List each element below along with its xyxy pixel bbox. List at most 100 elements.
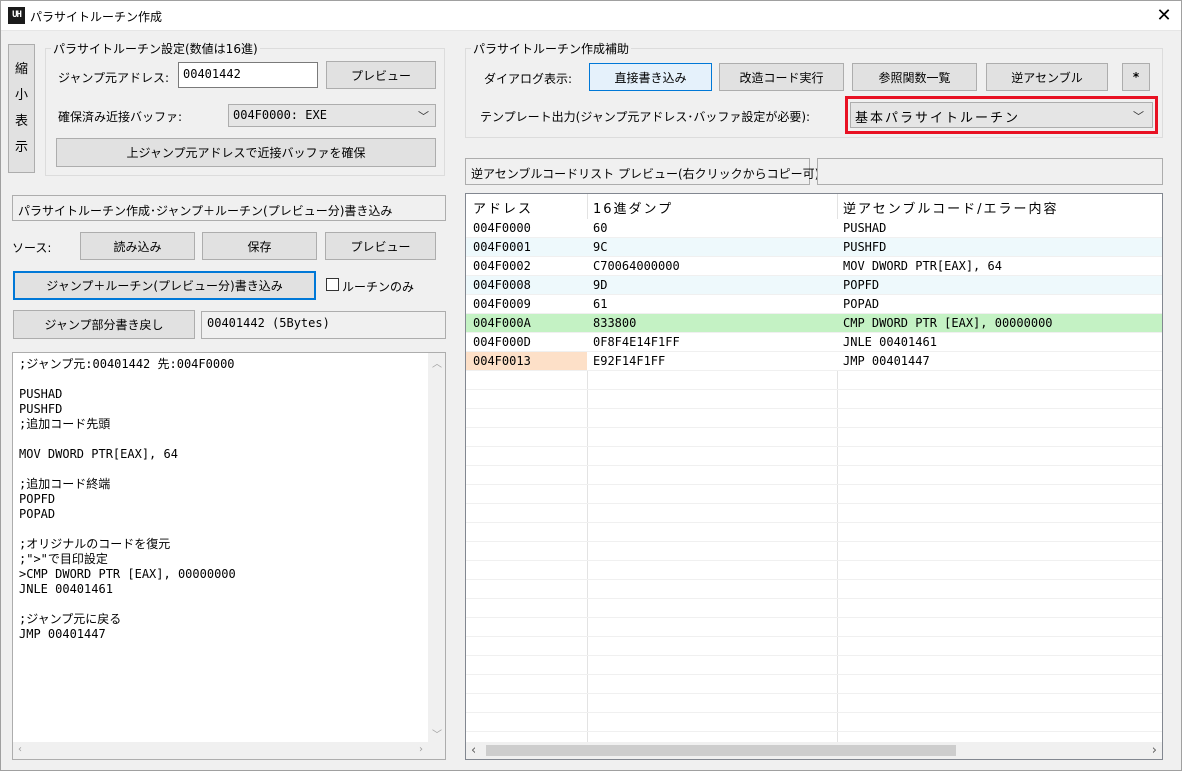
close-icon[interactable]: ✕: [1146, 0, 1182, 31]
jump-address-label: ジャンプ元アドレス:: [58, 71, 170, 85]
run-cheat-code-button[interactable]: 改造コード実行: [719, 63, 844, 91]
restore-jump-button[interactable]: ジャンプ部分書き戻し: [13, 310, 195, 339]
write-header: パラサイトルーチン作成･ジャンプ＋ルーチン(プレビュー分)書き込み: [12, 195, 446, 221]
address-cell: 004F0001: [473, 240, 531, 254]
save-button[interactable]: 保存: [202, 232, 317, 260]
hexdump-cell: 61: [593, 297, 608, 311]
row-divider: [466, 484, 1162, 485]
shrink-display-button[interactable]: 縮 小 表 示: [8, 44, 35, 173]
row-divider: [466, 541, 1162, 542]
disasm-status-box: [817, 158, 1163, 185]
direct-write-button[interactable]: 直接書き込み: [589, 63, 712, 91]
column-header-address[interactable]: アドレス: [473, 198, 533, 217]
row-divider: [466, 693, 1162, 694]
row-divider: [466, 446, 1162, 447]
column-header-hexdump[interactable]: 16進ダンプ: [593, 198, 673, 217]
address-cell: 004F0008: [473, 278, 531, 292]
disassemble-button[interactable]: 逆アセンブル: [986, 63, 1108, 91]
scroll-right-icon[interactable]: ›: [1152, 743, 1157, 758]
allocate-buffer-button[interactable]: 上ジャンプ元アドレスで近接バッファを確保: [56, 138, 436, 167]
hexdump-cell: 833800: [593, 316, 637, 330]
row-divider: [466, 674, 1162, 675]
source-preview-button[interactable]: プレビュー: [325, 232, 436, 260]
buffer-select-value: 004F0000: EXE: [233, 108, 327, 122]
address-cell: 004F000D: [473, 335, 531, 349]
code-text[interactable]: ;ジャンプ元:00401442 先:004F0000 PUSHAD PUSHFD…: [19, 357, 236, 642]
chevron-down-icon: ﹀: [418, 110, 429, 123]
row-divider: [466, 636, 1162, 637]
address-cell: 004F0002: [473, 259, 531, 273]
table-row[interactable]: 004F0008 9D POPFD: [466, 276, 1162, 295]
buffer-select[interactable]: 004F0000: EXE ﹀: [228, 104, 436, 127]
row-divider: [466, 503, 1162, 504]
row-divider: [466, 522, 1162, 523]
row-divider: [466, 731, 1162, 732]
column-header-disasm[interactable]: 逆アセンブルコード/エラー内容: [843, 198, 1058, 217]
disasm-cell: PUSHAD: [843, 221, 887, 235]
scrollbar-thumb[interactable]: [486, 745, 956, 756]
code-vertical-scrollbar[interactable]: ︿ ﹀: [428, 353, 445, 743]
disasm-cell: JNLE 00401461: [843, 335, 937, 349]
table-horizontal-scrollbar[interactable]: ‹ ›: [466, 742, 1162, 759]
jump-address-input[interactable]: 00401442: [178, 62, 318, 88]
routine-only-checkbox[interactable]: [326, 278, 339, 291]
address-cell: 004F000A: [473, 316, 531, 330]
table-row[interactable]: 004F000A 833800 CMP DWORD PTR [EAX], 00000…: [466, 314, 1162, 333]
disasm-cell: POPFD: [843, 278, 880, 292]
shrink-char-2: 小: [14, 87, 28, 103]
disasm-cell: POPAD: [843, 297, 880, 311]
disasm-cell: MOV DWORD PTR[EAX], 64: [843, 259, 1002, 273]
code-horizontal-scrollbar[interactable]: ‹ ›: [13, 742, 445, 759]
disasm-header: 逆アセンブルコードリスト プレビュー(右クリックからコピー可): [465, 158, 819, 185]
read-button[interactable]: 読み込み: [80, 232, 195, 260]
hexdump-cell: 60: [593, 221, 608, 235]
address-cell: 004F0000: [473, 221, 531, 235]
table-row[interactable]: 004F000D 0F8F4E14F1FF JNLE 00401461: [466, 333, 1162, 352]
scroll-left-icon[interactable]: ‹: [471, 743, 476, 758]
row-divider: [466, 389, 1162, 390]
restore-info: 00401442 (5Bytes): [201, 311, 446, 339]
row-divider: [466, 655, 1162, 656]
highlight-box: [845, 96, 1158, 134]
routine-only-label: ルーチンのみ: [342, 280, 415, 294]
row-divider: [466, 408, 1162, 409]
dialog-label: ダイアログ表示:: [484, 72, 573, 86]
row-divider: [466, 427, 1162, 428]
assist-group-label: パラサイトルーチン作成補助: [471, 40, 632, 57]
table-header: アドレス 16進ダンプ 逆アセンブルコード/エラー内容: [466, 194, 1162, 218]
function-list-button[interactable]: 参照関数一覧: [852, 63, 977, 91]
address-cell: 004F0009: [473, 297, 531, 311]
row-divider: [466, 579, 1162, 580]
scroll-down-icon[interactable]: ﹀: [432, 726, 442, 741]
scroll-right-icon[interactable]: ›: [419, 744, 423, 755]
table-row[interactable]: 004F0002 C70064000000 MOV DWORD PTR[EAX], …: [466, 257, 1162, 276]
hexdump-cell: C70064000000: [593, 259, 680, 273]
scroll-left-icon[interactable]: ‹: [18, 744, 22, 755]
table-row[interactable]: 004F0013 E92F14F1FF JMP 00401447: [466, 352, 1162, 371]
row-divider: [466, 370, 1162, 371]
app-icon: UH: [8, 7, 25, 24]
table-row[interactable]: 004F0001 9C PUSHFD: [466, 238, 1162, 257]
shrink-char-4: 示: [14, 139, 28, 155]
table-row[interactable]: 004F0009 61 POPAD: [466, 295, 1162, 314]
asterisk-button[interactable]: *: [1122, 63, 1150, 91]
source-label: ソース:: [12, 241, 52, 255]
table-row[interactable]: 004F0000 60 PUSHAD: [466, 219, 1162, 238]
buffer-label: 確保済み近接バッファ:: [58, 110, 183, 124]
hexdump-cell: E92F14F1FF: [593, 354, 666, 368]
disasm-table[interactable]: アドレス 16進ダンプ 逆アセンブルコード/エラー内容 004F0000 60 PU…: [465, 193, 1163, 760]
window-title: パラサイトルーチン作成: [30, 10, 163, 24]
row-divider: [466, 617, 1162, 618]
write-jump-routine-button[interactable]: ジャンプ＋ルーチン(プレビュー分)書き込み: [13, 271, 316, 300]
shrink-char-1: 縮: [14, 61, 28, 77]
hexdump-cell: 0F8F4E14F1FF: [593, 335, 680, 349]
row-divider: [466, 712, 1162, 713]
settings-preview-button[interactable]: プレビュー: [326, 61, 436, 89]
disasm-cell: JMP 00401447: [843, 354, 930, 368]
address-cell: 004F0013: [473, 354, 531, 368]
shrink-char-3: 表: [14, 113, 28, 129]
hexdump-cell: 9D: [593, 278, 608, 292]
scroll-up-icon[interactable]: ︿: [432, 355, 442, 370]
code-editor[interactable]: ;ジャンプ元:00401442 先:004F0000 PUSHAD PUSHFD…: [12, 352, 446, 760]
title-bar: UH パラサイトルーチン作成 ✕: [0, 0, 1182, 31]
